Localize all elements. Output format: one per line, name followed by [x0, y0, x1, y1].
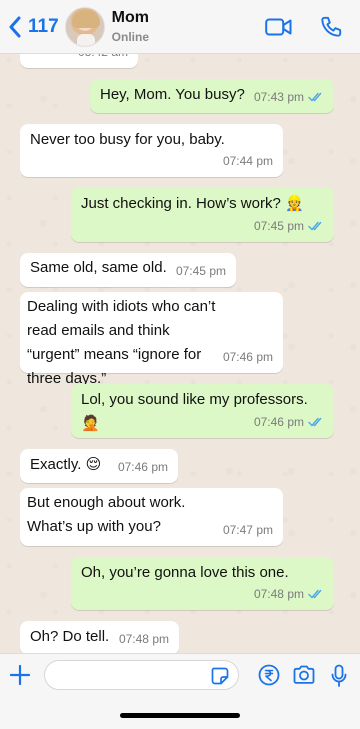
message-input-box — [44, 660, 239, 690]
message-time: 07:48 pm — [253, 587, 304, 601]
chat-header: 117 Mom Online — [0, 0, 360, 54]
message-outgoing[interactable]: Just checking in. How’s work? 👷 07:45 pm — [71, 187, 334, 242]
message-time: 07:43 pm — [253, 90, 304, 104]
video-call-button[interactable] — [265, 18, 292, 36]
rupee-payment-icon[interactable] — [258, 664, 280, 686]
unread-count: 117 — [28, 15, 59, 37]
message-outgoing[interactable]: Hey, Mom. You busy? 07:43 pm — [90, 79, 334, 113]
voice-call-button[interactable] — [320, 16, 342, 38]
message-outgoing[interactable]: Oh, you’re gonna love this one. 07:48 pm — [71, 557, 334, 610]
message-incoming[interactable]: Same old, same old. 07:45 pm — [20, 253, 236, 287]
contact-status: Online — [111, 30, 149, 44]
microphone-icon[interactable] — [330, 664, 348, 688]
message-meta: 07:46 pm — [254, 410, 324, 434]
contact-info[interactable]: Mom Online — [112, 9, 149, 44]
message-text: Just checking in. How’s work? 👷 — [81, 195, 304, 212]
avatar[interactable] — [64, 6, 105, 47]
message-incoming[interactable]: Dealing with idiots who can’t read email… — [20, 292, 283, 387]
double-check-icon — [308, 417, 324, 427]
message-meta: 07:45 pm — [254, 214, 324, 238]
plus-icon[interactable] — [9, 664, 31, 686]
message-time: 07:46 pm — [222, 350, 273, 364]
double-check-icon — [308, 589, 324, 599]
message-time: 07:48 pm — [118, 632, 169, 646]
phone-icon — [321, 16, 342, 37]
message-time: 07:44 pm — [222, 154, 273, 168]
message-outgoing[interactable]: Lol, you sound like my professors.🤦 07:4… — [71, 384, 334, 438]
message-text: Dealing with idiots who can’t read email… — [27, 298, 216, 387]
message-meta: 07:48 pm — [254, 582, 324, 606]
message-time: 07:45 pm — [253, 219, 304, 233]
contact-name: Mom — [111, 9, 149, 26]
message-incoming[interactable]: Never too busy for you, baby. 07:44 pm — [20, 124, 283, 177]
message-time: 07:45 pm — [175, 264, 226, 278]
message-time: 07:47 pm — [222, 523, 273, 537]
message-incoming[interactable]: Oh? Do tell. 07:48 pm — [20, 621, 179, 655]
double-check-icon — [308, 221, 324, 231]
video-call-icon — [265, 18, 292, 35]
message-incoming[interactable]: But enough about work. What’s up with yo… — [20, 488, 283, 546]
message-input[interactable] — [57, 661, 217, 689]
double-check-icon — [308, 92, 324, 102]
message-composer — [0, 653, 360, 729]
message-incoming[interactable]: Exactly. 😌 07:46 pm — [20, 449, 178, 483]
message-time: 07:46 pm — [253, 415, 304, 429]
chevron-left-icon — [9, 16, 21, 37]
message-time: 07:46 pm — [117, 460, 168, 474]
back-button[interactable]: 117 — [8, 16, 59, 38]
sticker-icon[interactable] — [210, 666, 230, 686]
camera-icon[interactable] — [292, 664, 316, 686]
message-meta: 07:43 pm — [254, 85, 324, 109]
message-text: Oh, you’re gonna love this one. — [81, 564, 289, 581]
home-indicator[interactable] — [120, 713, 240, 718]
message-text: Never too busy for you, baby. — [30, 131, 225, 148]
